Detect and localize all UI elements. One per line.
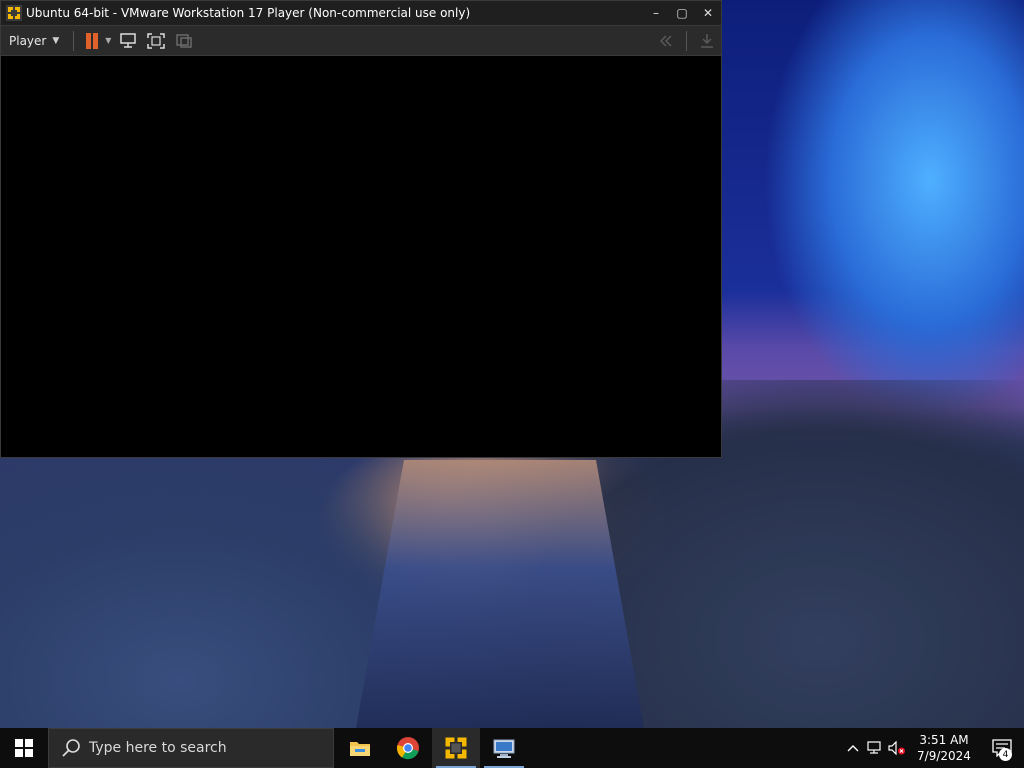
taskbar-chrome[interactable] bbox=[384, 728, 432, 768]
remote-desktop-icon bbox=[493, 739, 515, 758]
download-icon bbox=[701, 33, 713, 48]
unity-button[interactable] bbox=[170, 28, 198, 54]
notification-count-badge: 4 bbox=[999, 748, 1012, 761]
fullscreen-button[interactable] bbox=[142, 28, 170, 54]
action-center-button[interactable]: 4 bbox=[980, 728, 1024, 768]
vmware-toolbar: Player ▼ ▼ bbox=[1, 25, 721, 56]
vmware-app-icon bbox=[6, 5, 22, 21]
network-button[interactable] bbox=[864, 728, 886, 768]
pause-icon bbox=[86, 32, 99, 49]
toolbar-divider bbox=[73, 30, 75, 51]
file-explorer-icon bbox=[350, 742, 370, 756]
restore-button[interactable]: ▢ bbox=[669, 1, 695, 25]
vm-display[interactable] bbox=[1, 57, 721, 457]
download-button[interactable] bbox=[693, 28, 721, 54]
taskbar-clock[interactable]: 3:51 AM 7/9/2024 bbox=[908, 732, 980, 764]
clock-time: 3:51 AM bbox=[919, 733, 969, 747]
unity-icon bbox=[176, 33, 193, 48]
network-icon bbox=[867, 741, 881, 754]
search-icon bbox=[62, 739, 80, 757]
clock-date: 7/9/2024 bbox=[917, 749, 971, 763]
vmware-window[interactable]: Ubuntu 64-bit - VMware Workstation 17 Pl… bbox=[0, 0, 722, 458]
taskbar-search-box[interactable]: Type here to search bbox=[48, 728, 334, 768]
fullscreen-icon bbox=[147, 32, 166, 49]
taskbar-vmware-player[interactable] bbox=[432, 728, 480, 768]
taskbar-file-explorer[interactable] bbox=[336, 728, 384, 768]
window-titlebar[interactable]: Ubuntu 64-bit - VMware Workstation 17 Pl… bbox=[1, 1, 721, 25]
send-ctrl-alt-del-icon bbox=[120, 32, 137, 48]
vmware-player-icon bbox=[445, 737, 467, 759]
system-tray: 3:51 AM 7/9/2024 4 bbox=[842, 728, 1024, 768]
volume-muted-icon bbox=[888, 741, 905, 755]
send-ctrl-alt-del-button[interactable] bbox=[114, 28, 142, 54]
pause-button[interactable]: ▼ bbox=[80, 28, 114, 54]
back-button[interactable] bbox=[652, 28, 680, 54]
start-button[interactable] bbox=[0, 728, 48, 768]
windows-logo-icon bbox=[15, 739, 33, 757]
window-title: Ubuntu 64-bit - VMware Workstation 17 Pl… bbox=[26, 6, 471, 20]
toolbar-divider bbox=[686, 30, 687, 51]
chevron-up-icon bbox=[847, 745, 859, 752]
chevron-down-icon: ▼ bbox=[52, 35, 60, 46]
show-hidden-icons-button[interactable] bbox=[842, 728, 864, 768]
player-menu-button[interactable]: Player ▼ bbox=[1, 26, 67, 55]
taskbar: Type here to search 3:51 AM 7/9/2024 4 bbox=[0, 728, 1024, 768]
player-menu-label: Player bbox=[9, 33, 47, 48]
minimize-button[interactable]: – bbox=[643, 1, 669, 25]
search-placeholder: Type here to search bbox=[89, 740, 227, 756]
chevron-down-icon[interactable]: ▼ bbox=[105, 36, 111, 45]
chrome-icon bbox=[396, 737, 419, 760]
taskbar-remote-desktop[interactable] bbox=[480, 728, 528, 768]
volume-button[interactable] bbox=[886, 728, 908, 768]
back-icon bbox=[659, 34, 672, 47]
close-button[interactable]: ✕ bbox=[695, 1, 721, 25]
